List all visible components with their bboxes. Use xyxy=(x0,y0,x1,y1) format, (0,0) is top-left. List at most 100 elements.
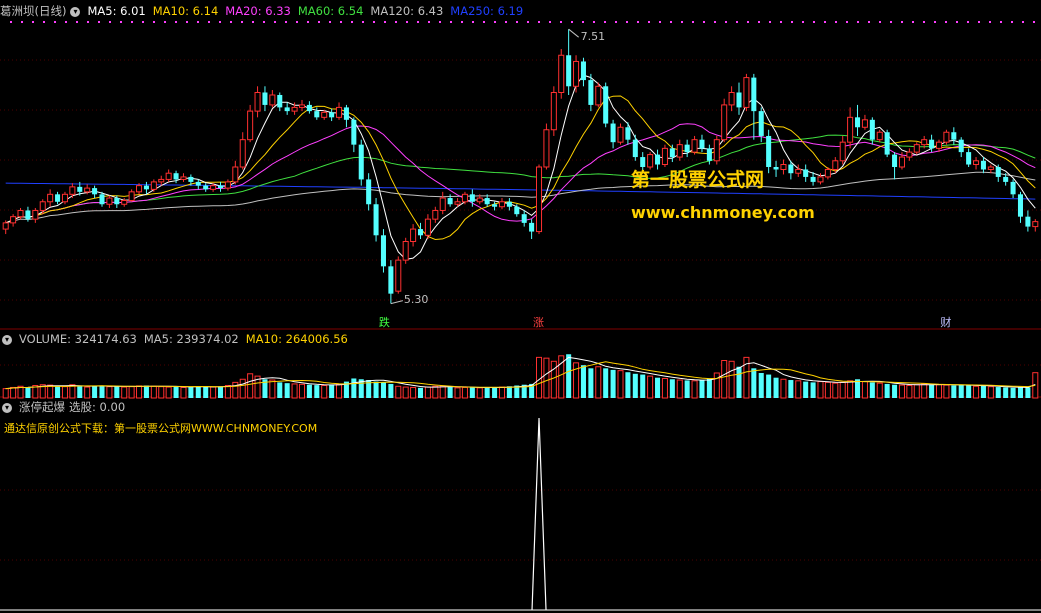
candle-body xyxy=(373,204,379,236)
top-marker-dot xyxy=(307,21,309,23)
candle-body xyxy=(913,144,920,153)
top-marker-dot xyxy=(593,21,595,23)
candle-body xyxy=(795,168,802,174)
candle-body xyxy=(839,141,846,162)
top-marker-dot xyxy=(98,21,100,23)
top-marker-dot xyxy=(153,21,155,23)
low-pointer xyxy=(390,300,403,305)
volume-bar xyxy=(55,386,61,398)
volume-bar xyxy=(632,373,638,398)
candle-body xyxy=(810,176,816,182)
volume-bar xyxy=(173,386,179,398)
candle-body xyxy=(469,194,475,202)
volume-bar xyxy=(721,360,728,399)
top-marker-dot xyxy=(120,21,122,23)
volume-bar xyxy=(143,385,149,398)
candle-body xyxy=(195,181,201,186)
top-marker-dot xyxy=(285,21,287,23)
volume-bar xyxy=(417,387,424,398)
candle-body xyxy=(824,168,831,178)
candle-body xyxy=(424,218,431,236)
top-marker-dot xyxy=(505,21,507,23)
volume-bar xyxy=(284,383,290,398)
candle-body xyxy=(1032,221,1039,228)
candle-body xyxy=(439,197,446,211)
volume-bar xyxy=(543,357,550,399)
top-marker-dot xyxy=(901,21,903,23)
top-marker-dot xyxy=(439,21,441,23)
candle-body xyxy=(388,266,394,294)
volume-bar xyxy=(291,383,298,399)
candle-body xyxy=(2,222,9,230)
candle-body xyxy=(758,111,764,136)
volume-bar xyxy=(158,386,165,399)
volume-bar xyxy=(617,370,624,399)
tag-down: 跌 xyxy=(378,316,390,329)
volume-bar xyxy=(751,368,757,398)
volume-bar xyxy=(92,386,98,398)
candle-body xyxy=(558,54,565,93)
volume-bar xyxy=(277,382,283,398)
top-marker-dot xyxy=(879,21,881,23)
volume-bar xyxy=(906,385,913,399)
top-marker-dot xyxy=(846,21,848,23)
volume-bar xyxy=(995,387,1001,398)
candle-body xyxy=(277,94,283,108)
volume-bar xyxy=(861,381,868,399)
volume-bar xyxy=(603,368,609,398)
top-marker-dot xyxy=(362,21,364,23)
indicator-panel-header: ▾ 涨停起爆 选股: 0.00 xyxy=(0,398,132,416)
volume-bar xyxy=(447,387,453,398)
volume-bar xyxy=(484,387,490,398)
candle-body xyxy=(262,92,268,105)
candle-body xyxy=(987,166,994,170)
volume-menu-icon[interactable]: ▾ xyxy=(2,334,12,345)
top-marker-dot xyxy=(538,21,540,23)
top-marker-dot xyxy=(197,21,199,23)
top-marker-dot xyxy=(945,21,947,23)
candle-body xyxy=(484,198,490,205)
candle-body xyxy=(788,164,794,174)
top-marker-dot xyxy=(956,21,958,23)
candle-body xyxy=(506,201,512,207)
volume-bar xyxy=(210,386,217,399)
top-marker-dot xyxy=(769,21,771,23)
candle-body xyxy=(951,132,957,140)
candle-body xyxy=(535,166,543,233)
candle-body xyxy=(380,235,386,267)
volume-bar xyxy=(817,381,824,399)
indicator-note: 通达信原创公式下载：第一股票公式网WWW.CHNMONEY.COM xyxy=(4,422,318,435)
signal-spike xyxy=(531,417,547,611)
candle-body xyxy=(25,210,31,220)
candle-body xyxy=(417,229,424,236)
candle-body xyxy=(869,119,875,140)
top-marker-dot xyxy=(1011,21,1013,23)
volume-bar xyxy=(610,369,616,398)
candle-body xyxy=(158,178,165,183)
stock-chart[interactable] xyxy=(0,0,1041,613)
candle-body xyxy=(217,185,224,189)
candle-body xyxy=(921,139,928,146)
volume-bar xyxy=(121,386,128,399)
top-marker-dot xyxy=(32,21,34,23)
volume-bar xyxy=(773,377,779,398)
indicator-select-value: 选股: 0.00 xyxy=(69,400,126,414)
candle-body xyxy=(529,222,535,232)
high-pointer xyxy=(568,28,579,38)
top-marker-dot xyxy=(10,21,12,23)
volume-bar xyxy=(47,384,54,399)
candle-body xyxy=(136,185,143,193)
candle-body xyxy=(847,116,854,143)
candle-body xyxy=(77,186,83,192)
candle-body xyxy=(210,185,217,190)
low-price-label: 5.30 xyxy=(403,292,429,306)
panel-menu-icon[interactable]: ▾ xyxy=(70,6,81,17)
volume-bar xyxy=(935,384,943,399)
candle-body xyxy=(61,193,68,203)
candle-body xyxy=(306,104,312,112)
volume-bar xyxy=(314,385,320,398)
volume-bar xyxy=(298,383,306,399)
candle-body xyxy=(617,126,624,143)
ma60-value: MA60: 6.54 xyxy=(297,4,364,18)
indicator-menu-icon[interactable]: ▾ xyxy=(2,402,12,413)
